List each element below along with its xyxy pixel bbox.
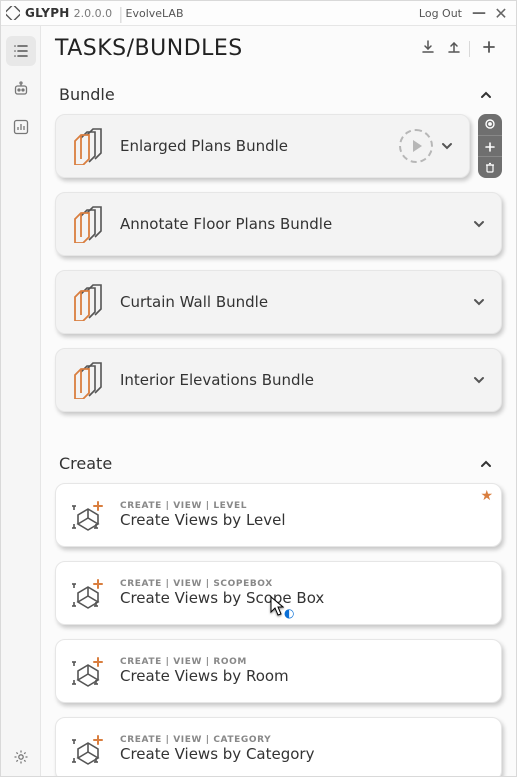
expand-bundle-button[interactable]	[471, 216, 487, 232]
plus-icon	[485, 137, 495, 156]
bundle-card[interactable]: Annotate Floor Plans Bundle	[55, 192, 502, 256]
content-scroll[interactable]: Bundle Enla	[41, 67, 516, 776]
bundle-label: Curtain Wall Bundle	[120, 293, 268, 311]
bundle-action-pod	[478, 114, 502, 178]
section-bundle: Bundle Enla	[55, 71, 502, 412]
upload-icon	[446, 39, 462, 59]
page-header: TASKS/BUNDLES	[41, 26, 516, 67]
robot-icon	[12, 80, 30, 98]
create-view-icon	[66, 729, 108, 769]
sidebar	[1, 26, 41, 776]
bundle-add-button[interactable]	[478, 135, 502, 157]
section-create: Create ★ CREATE | VIEW | LEVEL Create Vi…	[55, 426, 502, 776]
bundle-card[interactable]: Enlarged Plans Bundle	[55, 114, 470, 178]
expand-bundle-button[interactable]	[471, 372, 487, 388]
sidebar-item-tasks[interactable]	[6, 36, 36, 66]
task-card[interactable]: ★ CREATE | VIEW | LEVEL Create Views by …	[55, 483, 502, 547]
bundle-row: Interior Elevations Bundle	[55, 348, 502, 412]
bundle-link-button[interactable]	[478, 114, 502, 135]
bundle-row: Curtain Wall Bundle	[55, 270, 502, 334]
download-icon	[420, 39, 436, 59]
task-card[interactable]: CREATE | VIEW | SCOPEBOX Create Views by…	[55, 561, 502, 625]
bundle-card[interactable]: Curtain Wall Bundle	[55, 270, 502, 334]
expand-bundle-button[interactable]	[471, 294, 487, 310]
sidebar-item-analytics[interactable]	[6, 112, 36, 142]
bundle-label: Interior Elevations Bundle	[120, 371, 314, 389]
export-button[interactable]	[443, 38, 465, 60]
create-view-icon	[66, 573, 108, 613]
play-icon	[399, 129, 433, 163]
busy-spinner-icon: ◐	[284, 606, 294, 620]
task-card[interactable]: CREATE | VIEW | CATEGORY Create Views by…	[55, 717, 502, 776]
create-view-icon	[66, 495, 108, 535]
expand-bundle-button[interactable]	[439, 138, 455, 154]
bundle-row: Enlarged Plans Bundle	[55, 114, 502, 178]
task-breadcrumb: CREATE | VIEW | LEVEL	[120, 501, 286, 511]
section-bundle-title: Bundle	[59, 85, 115, 104]
bundle-label: Annotate Floor Plans Bundle	[120, 215, 332, 233]
section-create-header[interactable]: Create	[55, 426, 502, 483]
bundle-delete-button[interactable]	[478, 156, 502, 178]
gear-icon	[12, 748, 30, 766]
task-breadcrumb: CREATE | VIEW | SCOPEBOX	[120, 579, 324, 589]
add-button[interactable]	[478, 38, 500, 60]
link-icon	[484, 115, 496, 134]
task-label: Create Views by Room	[120, 667, 289, 685]
app-version: 2.0.0.0	[74, 7, 112, 20]
bundle-label: Enlarged Plans Bundle	[120, 137, 288, 155]
plus-icon	[482, 39, 496, 58]
title-divider: |	[118, 4, 123, 23]
bundle-stack-icon	[66, 360, 108, 400]
task-label: Create Views by Category	[120, 745, 314, 763]
bundle-row: Annotate Floor Plans Bundle	[55, 192, 502, 256]
trash-icon	[485, 158, 495, 177]
bundle-stack-icon	[66, 126, 108, 166]
run-bundle-button[interactable]	[399, 129, 433, 163]
minimize-button[interactable]: —	[468, 5, 490, 21]
org-name: EvolveLAB	[126, 7, 184, 20]
chevron-up-icon	[478, 456, 494, 472]
bundle-stack-icon	[66, 282, 108, 322]
star-icon[interactable]: ★	[480, 488, 493, 504]
logout-button[interactable]: Log Out	[419, 7, 462, 20]
import-button[interactable]	[417, 38, 439, 60]
create-view-icon	[66, 651, 108, 691]
section-bundle-header[interactable]: Bundle	[55, 71, 502, 114]
main-panel: TASKS/BUNDLES Bundle	[41, 26, 516, 776]
close-button[interactable]: ✕	[490, 4, 512, 23]
chevron-up-icon	[478, 87, 494, 103]
app-window: GLYPH 2.0.0.0 | EvolveLAB Log Out — ✕	[0, 0, 517, 777]
app-name: GLYPH	[25, 6, 70, 20]
task-breadcrumb: CREATE | VIEW | CATEGORY	[120, 735, 314, 745]
sidebar-item-ai[interactable]	[6, 74, 36, 104]
sidebar-item-settings[interactable]	[6, 742, 36, 772]
page-title: TASKS/BUNDLES	[55, 36, 243, 61]
task-label: Create Views by Scope Box	[120, 589, 324, 607]
header-divider	[469, 41, 470, 57]
chart-icon	[12, 118, 30, 136]
list-icon	[12, 42, 30, 60]
glyph-logo-icon	[5, 5, 21, 21]
titlebar: GLYPH 2.0.0.0 | EvolveLAB Log Out — ✕	[1, 1, 516, 26]
task-breadcrumb: CREATE | VIEW | ROOM	[120, 657, 289, 667]
bundle-stack-icon	[66, 204, 108, 244]
bundle-card[interactable]: Interior Elevations Bundle	[55, 348, 502, 412]
task-card[interactable]: CREATE | VIEW | ROOM Create Views by Roo…	[55, 639, 502, 703]
task-label: Create Views by Level	[120, 511, 286, 529]
section-create-title: Create	[59, 454, 112, 473]
